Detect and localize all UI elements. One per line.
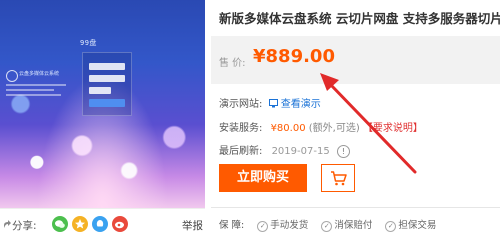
cart-icon — [331, 171, 347, 186]
guarantee-row: 保 障: ✓ 手动发货 ✓ 消保赔付 ✓ 担保交易 — [219, 217, 436, 232]
price-box: 售 价: ¥889.00 — [211, 36, 500, 84]
demo-row: 演示网站: 查看演示 — [219, 95, 321, 110]
preview-login-box — [82, 52, 132, 116]
report-link[interactable]: 举报 — [182, 218, 203, 233]
product-preview-image[interactable]: 云盘多媒体云系统 99盘 — [0, 0, 205, 208]
install-row: 安装服务: ¥80.00 (额外,可选) 【要求说明】 — [219, 119, 423, 134]
guarantee-item: ✓ 手动发货 — [257, 220, 308, 232]
refresh-date: 2019-07-15 — [271, 146, 330, 157]
weibo-icon[interactable] — [112, 216, 128, 232]
warning-icon[interactable]: ! — [336, 145, 350, 158]
qq-icon[interactable] — [92, 216, 108, 232]
check-icon: ✓ — [385, 221, 397, 232]
preview-login-button — [89, 99, 125, 107]
logo-icon — [6, 70, 18, 82]
preview-side-title: 云盘多媒体云系统 — [19, 71, 60, 77]
share-arrow-icon — [3, 220, 11, 232]
guarantee-item: ✓ 担保交易 — [385, 220, 436, 232]
install-price: ¥80.00 — [270, 123, 306, 134]
demo-label: 演示网站: — [219, 99, 263, 110]
preview-text-line — [6, 94, 61, 96]
share-label: 分享: — [12, 220, 37, 232]
product-title: 新版多媒体云盘系统 云切片网盘 支持多服务器切片 — [219, 11, 500, 26]
price-value: ¥889.00 — [253, 46, 335, 67]
preview-captcha-field — [89, 87, 111, 94]
share-bar: 分享: 举报 — [0, 208, 205, 241]
buy-now-button[interactable]: 立即购买 — [219, 164, 307, 192]
preview-login-brand: 99盘 — [80, 39, 97, 47]
install-requirements-link[interactable]: 【要求说明】 — [363, 123, 423, 134]
add-to-cart-button[interactable] — [321, 164, 355, 192]
guarantee-item: ✓ 消保赔付 — [321, 220, 372, 232]
refresh-row: 最后刷新: 2019-07-15 ! — [219, 142, 350, 158]
check-icon: ✓ — [321, 221, 333, 232]
install-note: (额外,可选) — [308, 123, 360, 134]
preview-password-field — [89, 75, 125, 82]
preview-text-line — [6, 84, 66, 86]
wechat-icon[interactable] — [52, 216, 68, 232]
refresh-label: 最后刷新: — [219, 146, 263, 157]
divider — [211, 207, 500, 208]
monitor-icon — [268, 99, 278, 108]
preview-text-line — [6, 89, 54, 91]
preview-username-field — [89, 63, 125, 70]
price-label: 售 价: — [219, 58, 246, 69]
check-icon: ✓ — [257, 221, 269, 232]
qzone-icon[interactable] — [72, 216, 88, 232]
guarantee-label: 保 障: — [219, 220, 245, 231]
install-label: 安装服务: — [219, 123, 263, 134]
demo-link[interactable]: 查看演示 — [281, 99, 321, 110]
